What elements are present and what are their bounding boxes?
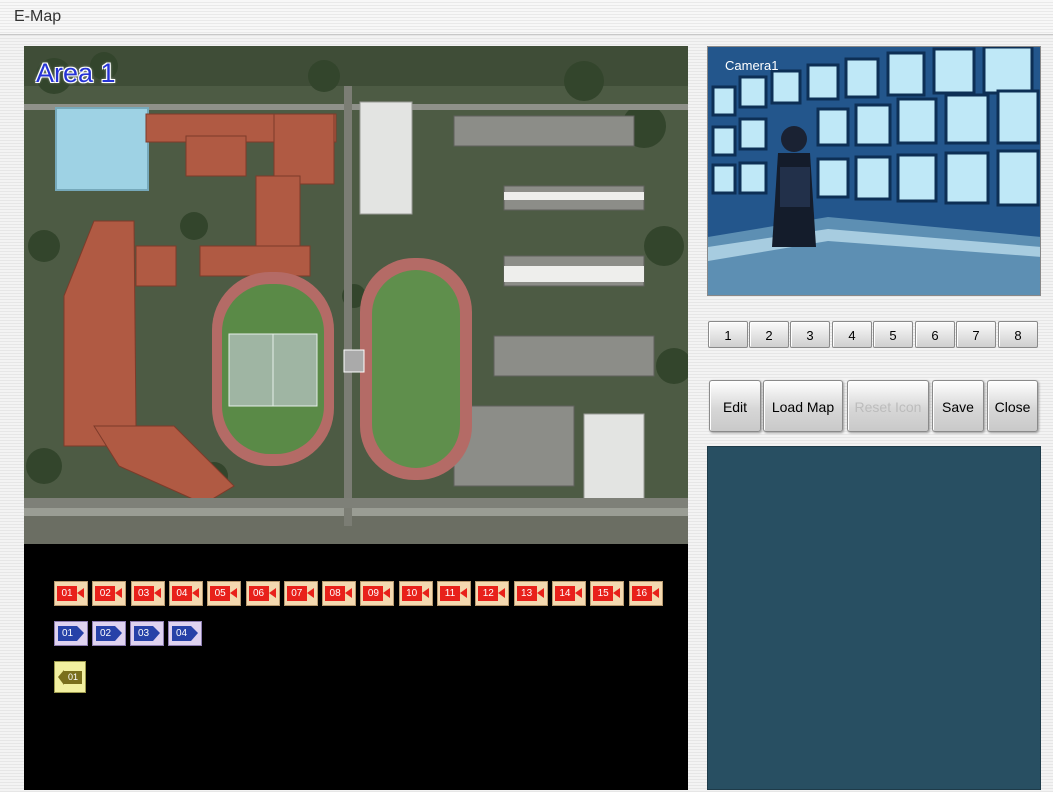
camera-icon-label: 13: [516, 586, 537, 601]
camera-lens-icon: [230, 588, 238, 598]
camera-lens-icon: [574, 588, 582, 598]
channel-button-7[interactable]: 7: [956, 321, 996, 348]
camera-icon-label: 05: [210, 586, 231, 601]
camera-icon-label: 16: [631, 586, 652, 601]
camera-icon-label: 14: [554, 586, 575, 601]
channel-button-5[interactable]: 5: [873, 321, 913, 348]
camera-icon-label: 08: [325, 586, 346, 601]
camera-lens-icon: [77, 588, 84, 598]
camera-icon-label: 10: [401, 586, 422, 601]
camera-icon[interactable]: 12: [475, 581, 510, 606]
camera-icon-label: 07: [286, 586, 307, 601]
input-icon-label: 02: [96, 626, 115, 641]
channel-button-3[interactable]: 3: [790, 321, 830, 348]
device-info-panel: [707, 446, 1041, 790]
area-label: Area 1: [36, 58, 116, 88]
camera-lens-icon: [651, 588, 659, 598]
input-icon[interactable]: 03: [130, 621, 164, 646]
camera-icon[interactable]: 01: [54, 581, 88, 606]
camera-icon-label: 15: [593, 586, 614, 601]
camera-icon-label: 04: [171, 586, 192, 601]
input-icon[interactable]: 02: [92, 621, 126, 646]
input-arrow-icon: [191, 626, 198, 641]
input-icon-label: 01: [58, 626, 77, 641]
aerial-map-image: [24, 46, 688, 544]
camera-icon-label: 12: [478, 586, 499, 601]
input-arrow-icon: [115, 626, 122, 641]
camera-icon[interactable]: 06: [245, 581, 280, 606]
camera-icon-label: 06: [248, 586, 269, 601]
camera-lens-icon: [306, 588, 314, 598]
channel-button-6[interactable]: 6: [915, 321, 955, 348]
output-icon-label: 01: [64, 671, 82, 684]
output-icon[interactable]: 01: [54, 661, 86, 693]
camera-icon[interactable]: 14: [551, 581, 586, 606]
channel-button-2[interactable]: 2: [749, 321, 789, 348]
title-bar: E-Map: [0, 0, 1053, 35]
camera-icon[interactable]: 11: [437, 581, 471, 606]
camera-lens-icon: [498, 588, 506, 598]
reset-icon-button[interactable]: Reset Icon: [847, 380, 929, 432]
camera-lens-icon: [460, 588, 467, 598]
camera-lens-icon: [536, 588, 544, 598]
channel-button-1[interactable]: 1: [708, 321, 748, 348]
input-arrow-icon: [153, 626, 160, 641]
camera-icon[interactable]: 13: [513, 581, 548, 606]
camera-icon[interactable]: 15: [590, 581, 625, 606]
camera-icon[interactable]: 07: [283, 581, 318, 606]
camera-video-image: [708, 47, 1040, 295]
camera-icon-label: 09: [363, 586, 384, 601]
camera-lens-icon: [191, 588, 199, 598]
camera-icon[interactable]: 05: [207, 581, 242, 606]
camera-icon[interactable]: 03: [130, 581, 165, 606]
camera-icon-label: 03: [133, 586, 154, 601]
window-title: E-Map: [14, 8, 62, 25]
camera-lens-icon: [115, 588, 123, 598]
camera-icon[interactable]: 10: [398, 581, 433, 606]
camera-lens-icon: [153, 588, 161, 598]
input-icon-label: 04: [172, 626, 191, 641]
save-button[interactable]: Save: [932, 380, 984, 432]
camera-icon[interactable]: 16: [628, 581, 663, 606]
camera-icon[interactable]: 02: [92, 581, 127, 606]
camera-lens-icon: [345, 588, 353, 598]
channel-button-8[interactable]: 8: [998, 321, 1038, 348]
camera-live-view[interactable]: [707, 46, 1041, 296]
camera-icon-label: 11: [440, 586, 460, 601]
camera-lens-icon: [268, 588, 276, 598]
camera-icon-label: 01: [57, 586, 77, 601]
camera-icon-label: 02: [95, 586, 116, 601]
close-button[interactable]: Close: [987, 380, 1038, 432]
camera-icon[interactable]: 09: [360, 581, 395, 606]
edit-button[interactable]: Edit: [709, 380, 761, 432]
camera-view-label: Camera1: [725, 58, 779, 73]
input-arrow-icon: [77, 626, 84, 641]
camera-lens-icon: [613, 588, 621, 598]
emap-canvas[interactable]: [24, 46, 688, 544]
input-icon-label: 03: [134, 626, 153, 641]
channel-button-4[interactable]: 4: [832, 321, 872, 348]
camera-icon[interactable]: 08: [322, 581, 357, 606]
camera-icon[interactable]: 04: [168, 581, 203, 606]
load-map-button[interactable]: Load Map: [763, 380, 843, 432]
camera-lens-icon: [421, 588, 429, 598]
input-icon[interactable]: 04: [168, 621, 202, 646]
input-icon[interactable]: 01: [54, 621, 88, 646]
camera-lens-icon: [383, 588, 391, 598]
